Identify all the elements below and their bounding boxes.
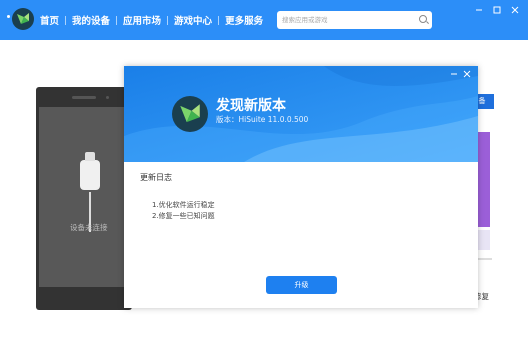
dialog-minimize-icon[interactable] [449,69,459,79]
divider [478,258,492,260]
top-bar: 首页 我的设备 应用市场 游戏中心 更多服务 [0,0,528,40]
minimize-icon[interactable] [473,4,485,16]
changelog-title: 更新日志 [140,173,172,182]
restore-icon[interactable] [491,4,503,16]
nav-item-app-market[interactable]: 应用市场 [117,13,167,27]
dialog-logo [172,96,208,132]
device-illustration [36,87,132,310]
active-nav-indicator [7,15,10,18]
search-input[interactable] [277,11,432,29]
phone-screen [39,107,129,287]
version-text: 版本：HiSuite 11.0.0.500 [216,115,309,124]
dialog-title: 发现新版本 [216,98,286,114]
app-logo [12,8,34,30]
promo-banner-lower [478,230,490,250]
main-nav: 首页 我的设备 应用市场 游戏中心 更多服务 [40,13,269,27]
update-dialog: 发现新版本 版本：HiSuite 11.0.0.500 更新日志 1.优化软件运… [124,66,478,308]
phone-camera [106,96,109,99]
nav-item-more-services[interactable]: 更多服务 [219,13,269,27]
device-status: 设备未连接 [70,223,108,232]
close-icon[interactable] [509,4,521,16]
changelog-item: 2.修复一些已知问题 [152,212,215,220]
phone-speaker [72,96,96,99]
promo-banner [478,132,490,227]
changelog-item: 1.优化软件运行稳定 [152,201,215,209]
search-icon[interactable] [419,15,427,23]
dialog-header: 发现新版本 版本：HiSuite 11.0.0.500 [124,66,478,162]
nav-item-my-devices[interactable]: 我的设备 [66,13,116,27]
nav-item-game-center[interactable]: 游戏中心 [168,13,218,27]
dialog-close-icon[interactable] [462,69,472,79]
nav-item-home[interactable]: 首页 [40,13,65,27]
usb-plug-icon [80,152,100,190]
upgrade-button[interactable]: 升级 [266,276,337,294]
